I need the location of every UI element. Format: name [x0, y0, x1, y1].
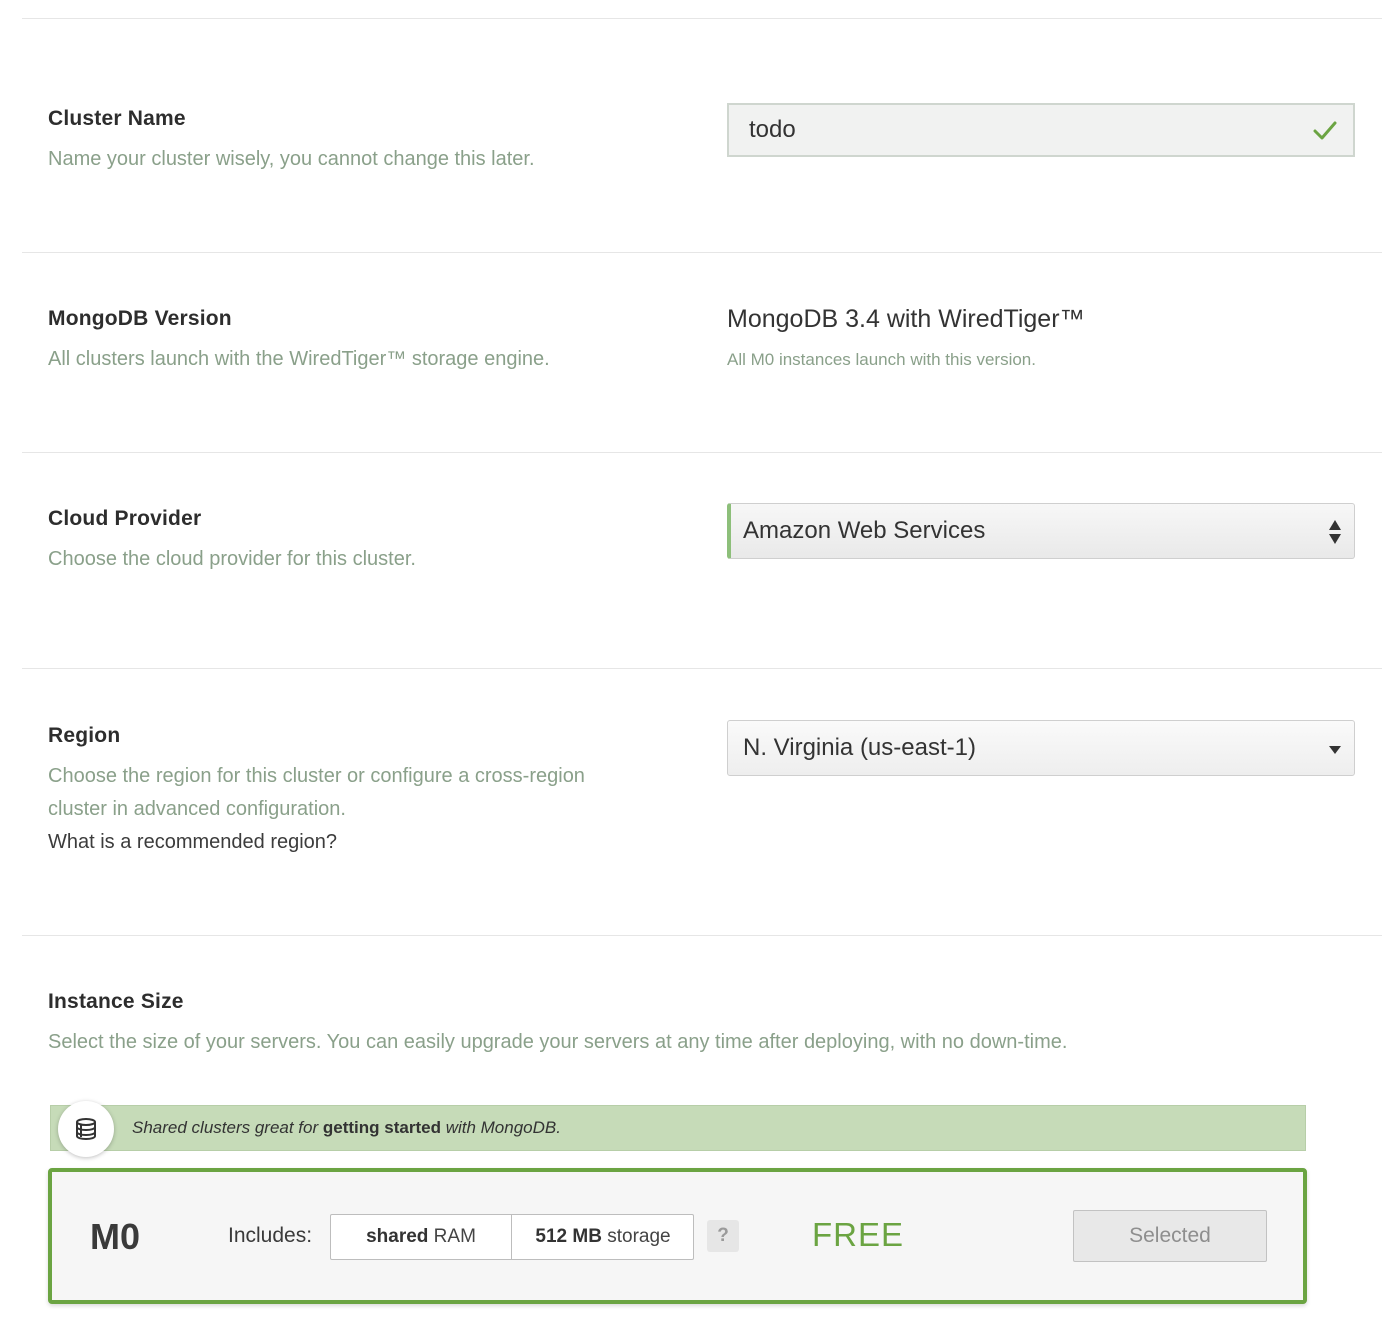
- includes-label: Includes:: [228, 1224, 313, 1247]
- updown-icon: [1329, 520, 1341, 544]
- cloud-provider-label: Cloud Provider: [48, 507, 202, 530]
- region-description-line1: Choose the region for this cluster or co…: [48, 765, 585, 787]
- instance-size-label: Instance Size: [48, 990, 184, 1013]
- m0-tier-card[interactable]: M0 Includes: shared RAM 512 MB storage ?…: [48, 1168, 1307, 1304]
- cloud-provider-description: Choose the cloud provider for this clust…: [48, 548, 416, 570]
- recommended-region-link[interactable]: What is a recommended region?: [48, 826, 337, 859]
- section-divider: [22, 935, 1382, 936]
- region-select[interactable]: N. Virginia (us-east-1): [727, 720, 1355, 776]
- check-icon: [1313, 121, 1337, 140]
- cluster-name-label: Cluster Name: [48, 107, 186, 130]
- tier-specs: shared RAM 512 MB storage: [330, 1214, 694, 1260]
- tier-name: M0: [90, 1216, 141, 1257]
- storage-unit: storage: [607, 1226, 671, 1247]
- banner-text: Shared clusters great for getting starte…: [132, 1118, 561, 1138]
- ram-spec: shared RAM: [331, 1215, 511, 1259]
- region-description-line2: cluster in advanced configuration.: [48, 798, 346, 820]
- mongodb-version-label: MongoDB Version: [48, 307, 232, 330]
- mongodb-version-note: All M0 instances launch with this versio…: [727, 350, 1036, 369]
- tier-price: FREE: [812, 1216, 905, 1253]
- region-value[interactable]: N. Virginia (us-east-1): [743, 734, 976, 761]
- instance-size-description: Select the size of your servers. You can…: [48, 1031, 1068, 1053]
- selected-button[interactable]: Selected: [1073, 1210, 1267, 1262]
- top-divider: [22, 18, 1382, 19]
- cluster-name-description: Name your cluster wisely, you cannot cha…: [48, 148, 535, 170]
- banner-emphasis: getting started: [322, 1118, 441, 1137]
- banner-prefix: Shared clusters great for: [132, 1118, 319, 1137]
- banner-suffix: with MongoDB.: [445, 1118, 561, 1137]
- storage-spec: 512 MB storage: [511, 1215, 694, 1259]
- cloud-provider-select[interactable]: Amazon Web Services: [727, 503, 1355, 559]
- section-divider: [22, 452, 1382, 453]
- ram-value: shared: [366, 1226, 429, 1247]
- region-label: Region: [48, 724, 121, 747]
- section-divider: [22, 668, 1382, 669]
- cluster-name-input[interactable]: todo: [727, 103, 1355, 157]
- storage-value: 512 MB: [535, 1226, 602, 1247]
- cloud-provider-value[interactable]: Amazon Web Services: [743, 517, 985, 544]
- shared-clusters-banner: Shared clusters great for getting starte…: [50, 1105, 1306, 1151]
- section-divider: [22, 252, 1382, 253]
- database-badge: [58, 1101, 114, 1157]
- mongodb-version-value: MongoDB 3.4 with WiredTiger™: [727, 305, 1085, 333]
- ram-unit: RAM: [433, 1226, 476, 1247]
- caret-down-icon: [1329, 746, 1341, 754]
- mongodb-version-description: All clusters launch with the WiredTiger™…: [48, 348, 550, 370]
- cluster-name-value[interactable]: todo: [749, 116, 796, 143]
- database-icon: [76, 1118, 96, 1141]
- help-icon[interactable]: ?: [707, 1220, 739, 1252]
